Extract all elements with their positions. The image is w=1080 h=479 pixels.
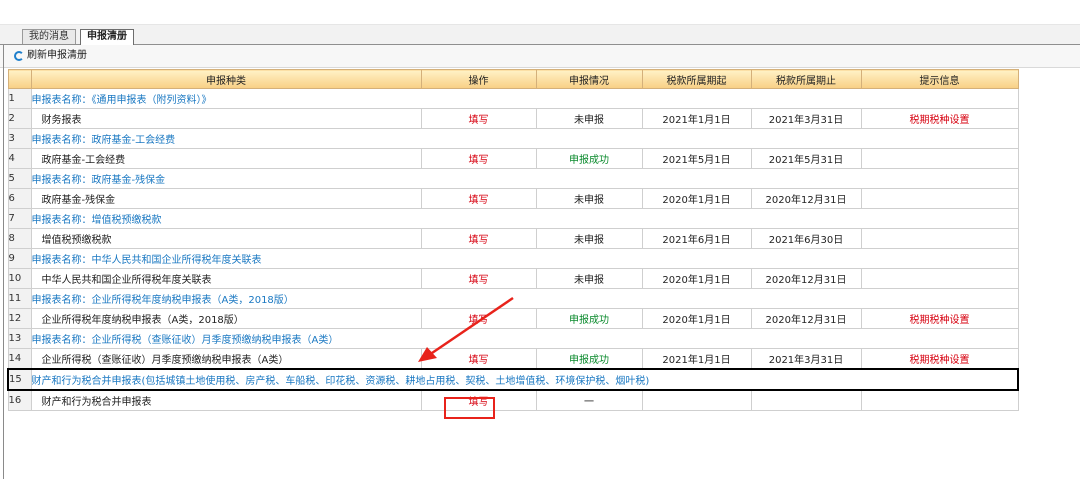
arrow-annotation: [418, 296, 514, 362]
